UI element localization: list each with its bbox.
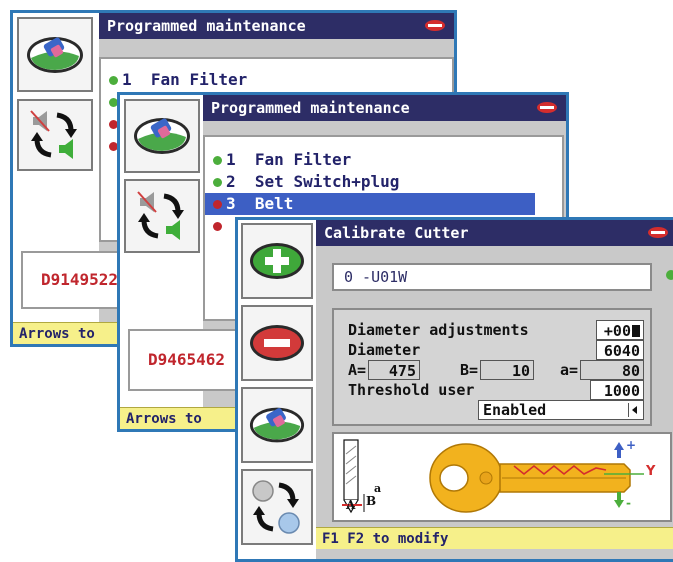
sound-toggle-icon bbox=[30, 110, 77, 159]
eraser-icon bbox=[134, 118, 190, 154]
plus-icon bbox=[250, 243, 304, 279]
screen1-title: Programmed maintenance bbox=[107, 17, 306, 35]
list-item-selected[interactable]: 3 Belt bbox=[205, 193, 535, 215]
diagram-label-B: B bbox=[366, 494, 377, 508]
diameter-label: Diameter bbox=[348, 341, 421, 359]
diameter-adjustments-field[interactable]: +00 bbox=[596, 320, 644, 340]
a2-field[interactable]: 80 bbox=[580, 360, 644, 380]
screen1-titlebar: Programmed maintenance bbox=[99, 13, 454, 39]
screen2-titlebar: Programmed maintenance bbox=[203, 95, 566, 121]
b-field[interactable]: 10 bbox=[480, 360, 534, 380]
a-label: A= bbox=[348, 361, 367, 379]
eraser-button[interactable] bbox=[17, 17, 93, 92]
list-item[interactable]: 1 Fan Filter bbox=[101, 69, 247, 91]
diameter-adjustments-label: Diameter adjustments bbox=[348, 321, 529, 339]
sound-button[interactable] bbox=[17, 99, 93, 171]
status-dot-green bbox=[213, 178, 222, 187]
key-diagram-panel: A B a + Y - bbox=[332, 432, 672, 522]
status-dot-red bbox=[213, 200, 222, 209]
select-arrow-icon bbox=[628, 403, 641, 417]
diagram-label-plus: + bbox=[626, 438, 637, 452]
silca-logo-icon bbox=[537, 102, 557, 113]
a2-label: a= bbox=[560, 361, 579, 379]
sound-button[interactable] bbox=[124, 179, 200, 253]
screen2-title: Programmed maintenance bbox=[211, 99, 410, 117]
list-item[interactable] bbox=[205, 215, 226, 237]
list-item[interactable]: 1 Fan Filter bbox=[205, 149, 351, 171]
eraser-icon bbox=[249, 407, 305, 443]
status-dot-green bbox=[109, 76, 118, 85]
green-dot-partial bbox=[666, 270, 673, 280]
screen3-status-bar: F1 F2 to modify bbox=[316, 527, 673, 549]
threshold-label: Threshold user bbox=[348, 381, 475, 399]
diameter-field[interactable]: 6040 bbox=[596, 340, 644, 360]
list-item[interactable]: 2 Set Switch+plug bbox=[205, 171, 399, 193]
params-panel: Diameter adjustments +00 Diameter 6040 A… bbox=[332, 308, 652, 426]
rotate-cutter-icon bbox=[252, 480, 300, 534]
program-field[interactable]: 0 -U01W bbox=[332, 263, 652, 291]
b-label: B= bbox=[460, 361, 479, 379]
plus-button[interactable] bbox=[241, 223, 313, 299]
rotate-button[interactable] bbox=[241, 469, 313, 545]
screen3-titlebar: Calibrate Cutter bbox=[316, 220, 673, 246]
diagram-label-y: Y bbox=[646, 464, 656, 479]
sound-toggle-icon bbox=[137, 191, 184, 240]
threshold-field[interactable]: 1000 bbox=[590, 380, 644, 400]
diagram-label-a: a bbox=[374, 482, 382, 495]
key-diagram bbox=[342, 439, 644, 514]
diagram-label-A: A bbox=[346, 498, 356, 512]
eraser-button[interactable] bbox=[124, 99, 200, 173]
eraser-icon bbox=[27, 36, 83, 73]
screen-front: Calibrate Cutter 0 -U01W Diameter adjust… bbox=[235, 217, 673, 562]
minus-icon bbox=[250, 325, 304, 361]
status-dot-red bbox=[213, 222, 222, 231]
eraser-button[interactable] bbox=[241, 387, 313, 463]
status-dot-green bbox=[213, 156, 222, 165]
silca-logo-icon bbox=[648, 227, 668, 238]
minus-button[interactable] bbox=[241, 305, 313, 381]
a-field[interactable]: 475 bbox=[368, 360, 420, 380]
enabled-select[interactable]: Enabled bbox=[478, 400, 644, 420]
diagram-label-minus: - bbox=[626, 496, 631, 510]
screen3-title: Calibrate Cutter bbox=[324, 224, 469, 242]
silca-logo-icon bbox=[425, 20, 445, 31]
